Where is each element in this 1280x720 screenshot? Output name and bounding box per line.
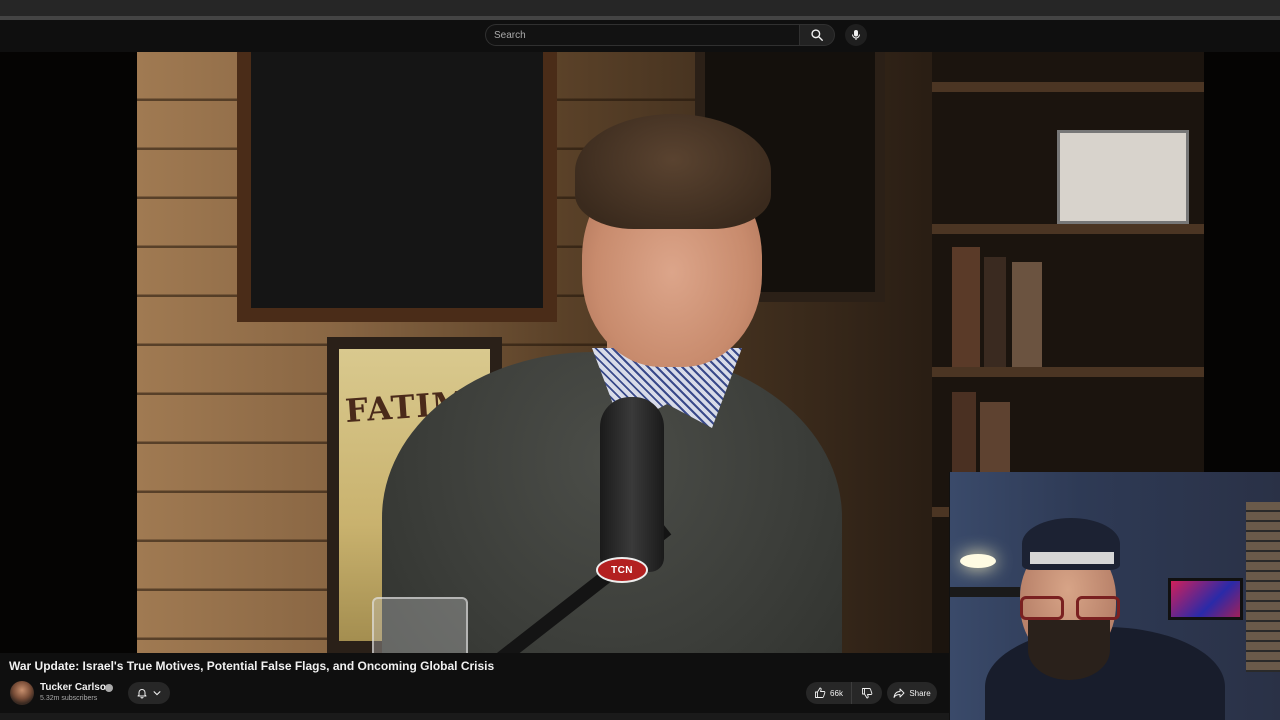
thumbs-up-icon: [815, 687, 826, 698]
bottom-divider: [0, 713, 949, 720]
webcam-bookshelf: [1246, 502, 1280, 672]
share-button[interactable]: Share: [887, 682, 937, 704]
webcam-overlay: [949, 472, 1280, 720]
channel-avatar[interactable]: [10, 681, 34, 705]
webcam-glasses: [1020, 596, 1120, 620]
thumbs-down-icon: [862, 688, 873, 699]
like-button[interactable]: 66k: [806, 682, 852, 704]
webcam-shelf: [950, 587, 1020, 597]
channel-name[interactable]: Tucker Carlson: [40, 682, 112, 693]
mic-badge: TCN: [596, 557, 648, 583]
notification-button[interactable]: [128, 682, 170, 704]
webcam-tv: [1168, 578, 1243, 620]
voice-search-button[interactable]: [845, 24, 867, 46]
bell-icon: [137, 689, 147, 699]
search-icon: [811, 29, 823, 41]
chevron-down-icon: [153, 691, 161, 696]
webcam-lamp: [960, 554, 996, 568]
top-header: [0, 20, 1280, 52]
search-input[interactable]: [494, 28, 784, 43]
subscriber-count: 5.32m subscribers: [40, 695, 98, 702]
like-count: 66k: [830, 688, 843, 698]
search-box[interactable]: [485, 24, 799, 46]
water-glass: [372, 597, 468, 653]
mic-icon: [852, 30, 860, 40]
like-dislike-group: 66k: [806, 682, 882, 704]
framed-photo: [1057, 130, 1189, 224]
browser-top-strip: [0, 0, 1280, 16]
search-button[interactable]: [799, 24, 835, 46]
dislike-button[interactable]: [852, 682, 882, 704]
microphone: [600, 397, 664, 572]
video-title: War Update: Israel's True Motives, Poten…: [9, 659, 495, 673]
verified-icon: [105, 684, 113, 692]
wall-picture-frame: [237, 52, 557, 322]
webcam-beard: [1028, 620, 1110, 680]
share-label: Share: [909, 688, 931, 698]
webcam-cap-band: [1030, 552, 1114, 564]
host-hair: [575, 114, 771, 229]
share-icon: [893, 688, 905, 698]
